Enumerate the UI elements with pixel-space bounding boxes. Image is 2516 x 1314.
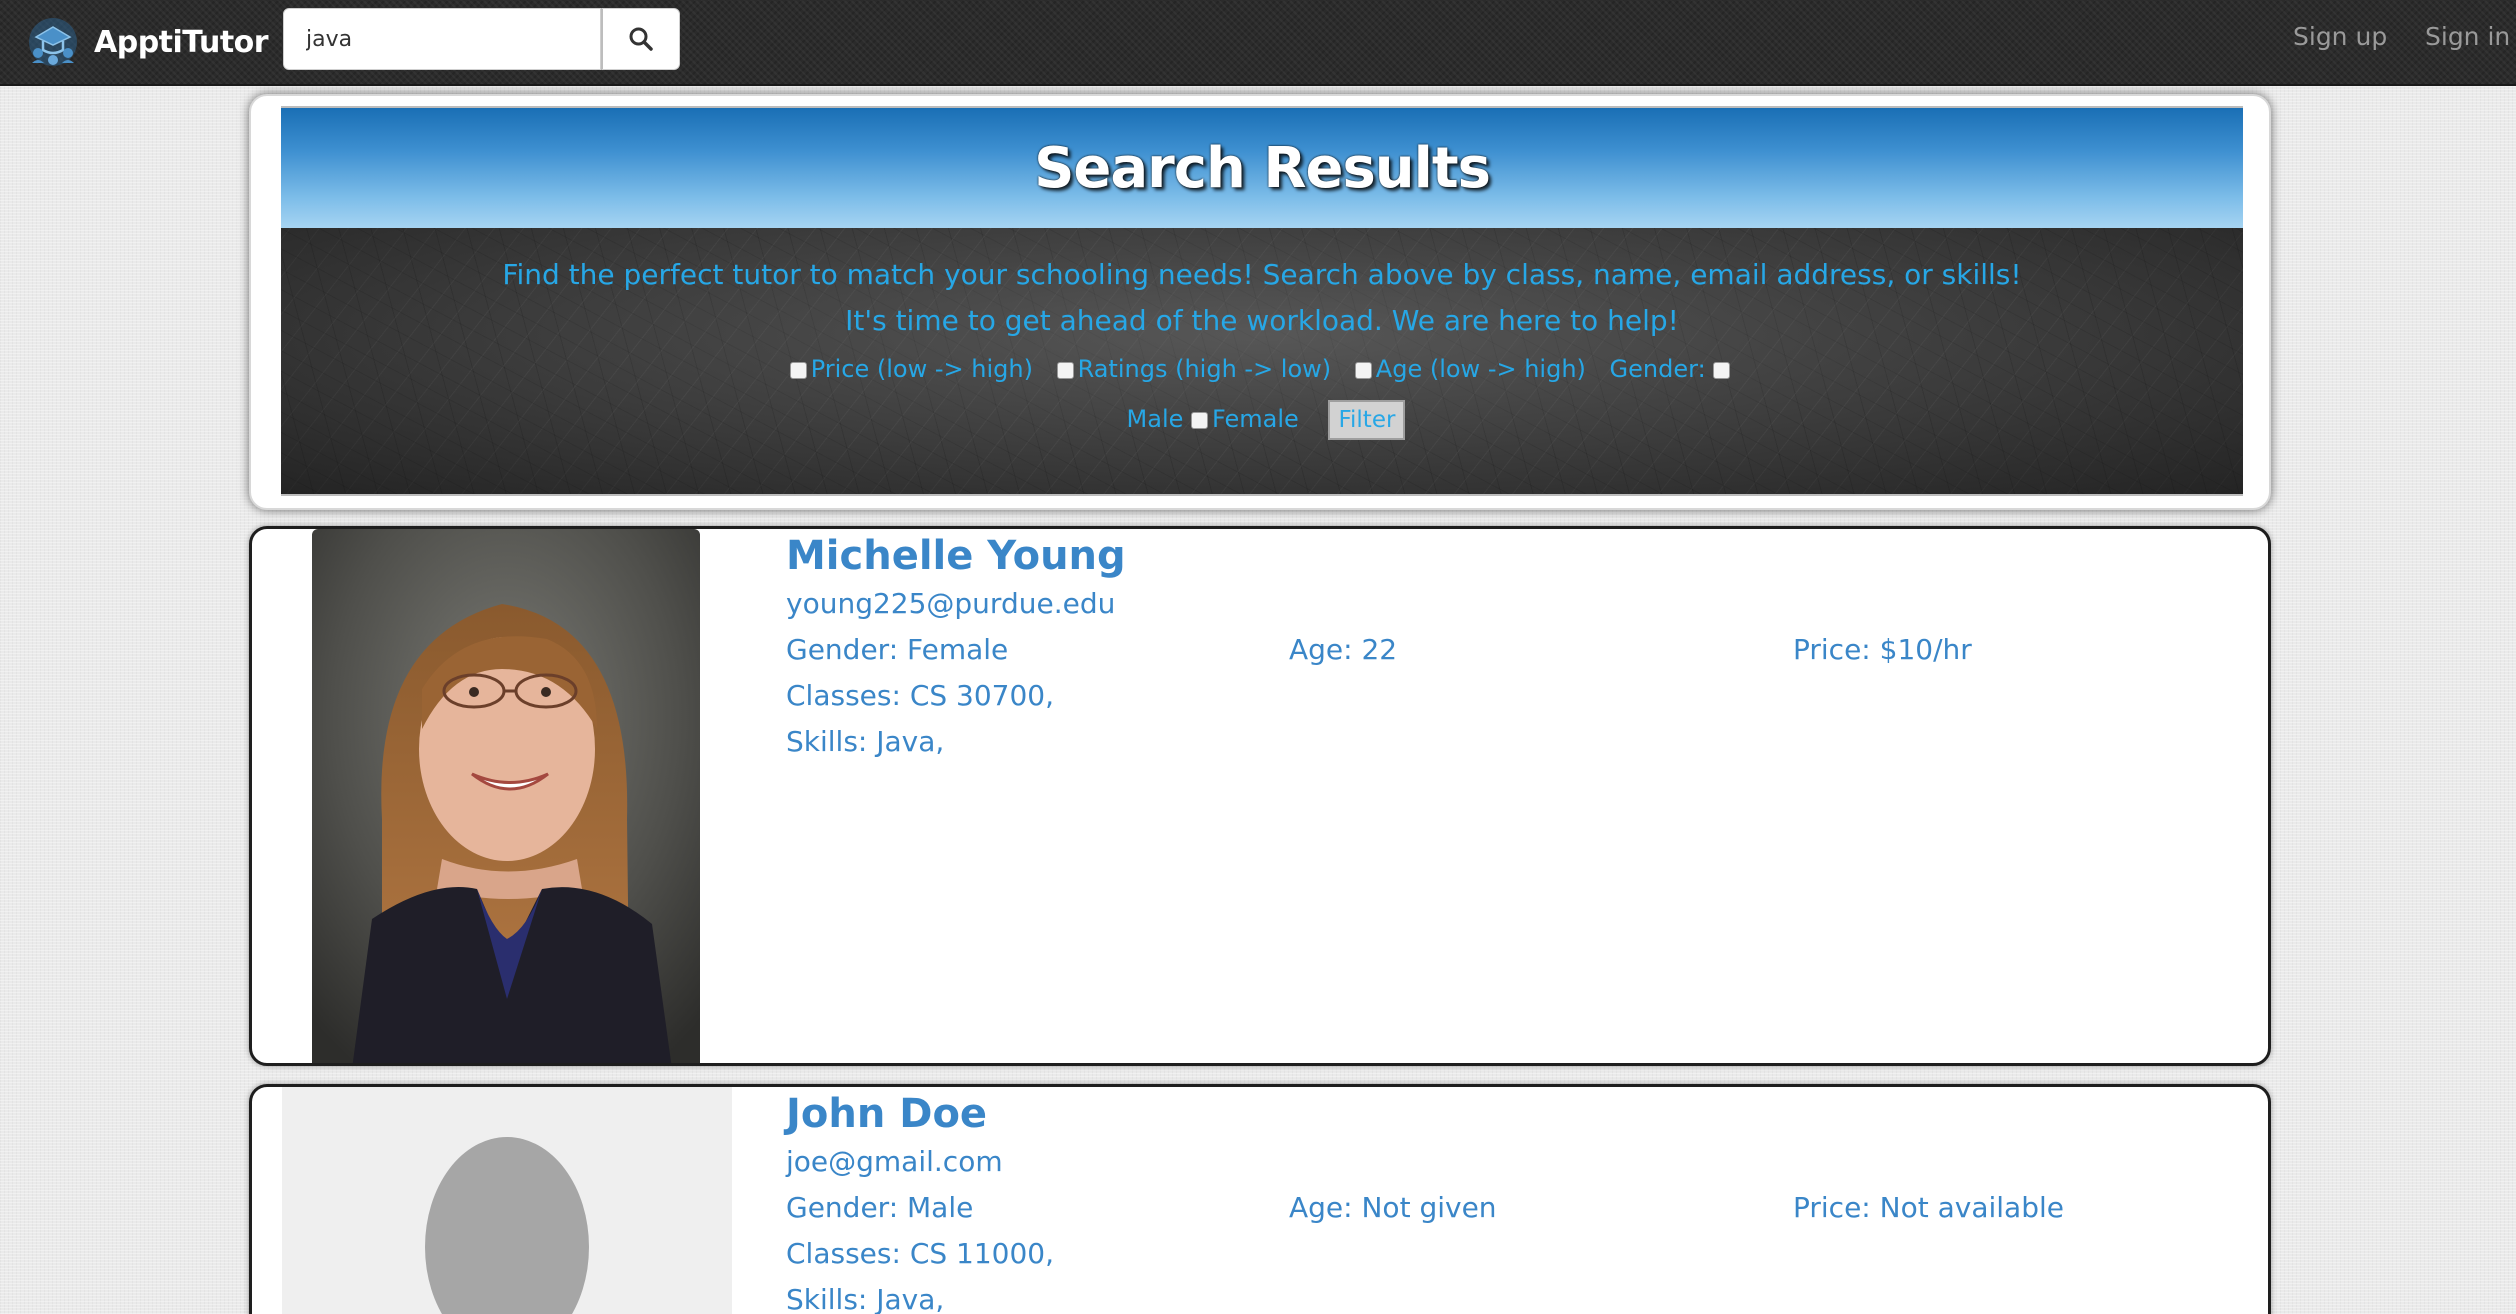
tutor-portrait-image [312, 529, 700, 1063]
brand-link[interactable]: ApptiTutor [26, 14, 269, 70]
tagline-secondary: It's time to get ahead of the workload. … [845, 304, 1679, 337]
tutor-card[interactable]: John Doe joe@gmail.com Gender: Male Age:… [249, 1084, 2271, 1314]
search-bar [283, 8, 680, 70]
header-body: Find the perfect tutor to match your sch… [281, 228, 2243, 496]
filter-options: Price (low -> high) Ratings (high -> low… [762, 344, 1762, 444]
tutor-skills: Skills: Java, [786, 725, 945, 758]
tutor-photo [312, 529, 700, 1063]
tutor-name[interactable]: Michelle Young [786, 533, 1126, 579]
sign-up-link[interactable]: Sign up [2293, 22, 2387, 51]
price-checkbox[interactable] [789, 362, 807, 379]
tutor-price: Price: Not available [1793, 1191, 2064, 1224]
tutor-photo-placeholder [282, 1087, 732, 1314]
search-icon [629, 27, 653, 51]
tutor-classes: Classes: CS 11000, [786, 1237, 1055, 1270]
tutor-email[interactable]: joe@gmail.com [786, 1145, 1003, 1178]
tutor-card[interactable]: Michelle Young young225@purdue.edu Gende… [249, 526, 2271, 1066]
tutor-age: Age: Not given [1289, 1191, 1497, 1224]
brand-name: ApptiTutor [94, 24, 269, 60]
default-avatar-icon [282, 1087, 732, 1314]
ratings-checkbox[interactable] [1056, 362, 1074, 379]
filter-button[interactable]: Filter [1328, 400, 1406, 440]
apptitutor-logo-icon [29, 18, 77, 66]
tutor-classes: Classes: CS 30700, [786, 679, 1055, 712]
filter-ratings: Ratings (high -> low) [1056, 355, 1332, 383]
price-filter-label: Price (low -> high) [810, 355, 1033, 383]
search-results-header-panel: Search Results Find the perfect tutor to… [249, 94, 2271, 510]
filter-age: Age (low -> high) [1354, 355, 1586, 383]
top-navbar: ApptiTutor Sign up Sign in [0, 0, 2516, 86]
male-checkbox[interactable] [1713, 362, 1731, 379]
search-input[interactable] [283, 8, 601, 70]
header-title-bar: Search Results [281, 106, 2243, 228]
tutor-gender: Gender: Female [786, 633, 1009, 666]
tutor-age: Age: 22 [1289, 633, 1398, 666]
ratings-filter-label: Ratings (high -> low) [1077, 355, 1332, 383]
search-button[interactable] [601, 8, 680, 70]
age-filter-label: Age (low -> high) [1375, 355, 1586, 383]
gender-filter-label: Gender: [1609, 355, 1706, 383]
age-checkbox[interactable] [1354, 362, 1372, 379]
filter-gender: Gender: [1610, 355, 1735, 383]
male-filter-label: Male [1126, 405, 1184, 433]
female-checkbox[interactable] [1191, 412, 1209, 429]
filter-male: Male Female [1127, 405, 1299, 433]
page-title: Search Results [1034, 135, 1491, 201]
tutor-skills: Skills: Java, [786, 1283, 945, 1314]
tutor-gender: Gender: Male [786, 1191, 974, 1224]
tutor-name[interactable]: John Doe [786, 1091, 987, 1137]
tagline-primary: Find the perfect tutor to match your sch… [502, 258, 2022, 291]
filter-price: Price (low -> high) [789, 355, 1033, 383]
female-filter-label: Female [1212, 405, 1299, 433]
tutor-price: Price: $10/hr [1793, 633, 1972, 666]
tutor-email[interactable]: young225@purdue.edu [786, 587, 1115, 620]
sign-in-link[interactable]: Sign in [2425, 22, 2510, 51]
